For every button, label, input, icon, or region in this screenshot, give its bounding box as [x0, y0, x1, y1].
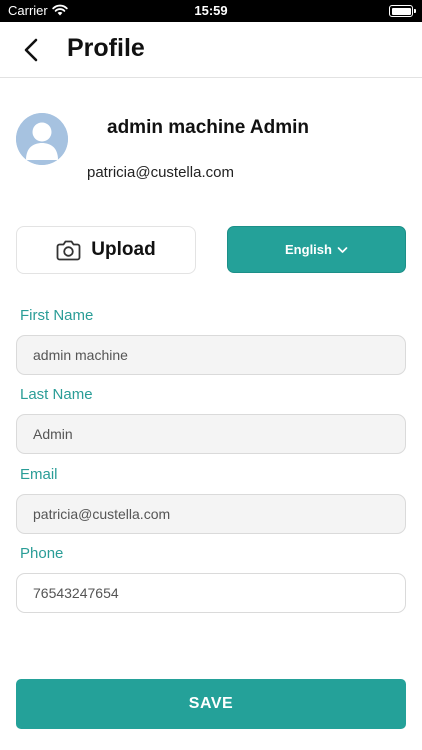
camera-icon [56, 240, 81, 261]
phone-field[interactable]: 76543247654 [16, 573, 406, 613]
last-name-label: Last Name [20, 386, 93, 403]
phone-label: Phone [20, 545, 64, 562]
first-name-field[interactable]: admin machine [16, 335, 406, 375]
chevron-down-icon [337, 246, 348, 253]
profile-email: patricia@custella.com [87, 164, 234, 181]
battery-icon [389, 5, 416, 17]
status-bar: Carrier 15:59 [0, 0, 422, 22]
back-arrow-icon [24, 38, 38, 62]
avatar-icon [16, 113, 68, 165]
save-button[interactable]: SAVE [16, 679, 406, 729]
avatar[interactable] [16, 113, 68, 165]
profile-name: admin machine Admin [107, 117, 309, 138]
back-button[interactable] [14, 34, 48, 66]
email-field[interactable]: patricia@custella.com [16, 494, 406, 534]
last-name-field[interactable]: Admin [16, 414, 406, 454]
email-label: Email [20, 466, 58, 483]
save-label: SAVE [188, 695, 234, 712]
page-title: Profile [67, 34, 145, 62]
first-name-label: First Name [20, 307, 94, 324]
upload-button[interactable]: Upload [16, 226, 196, 274]
language-label: English [285, 242, 332, 257]
upload-label: Upload [91, 239, 156, 260]
status-time: 15:59 [194, 3, 228, 18]
nav-header: Profile [0, 22, 422, 78]
language-select[interactable]: English [227, 226, 406, 273]
